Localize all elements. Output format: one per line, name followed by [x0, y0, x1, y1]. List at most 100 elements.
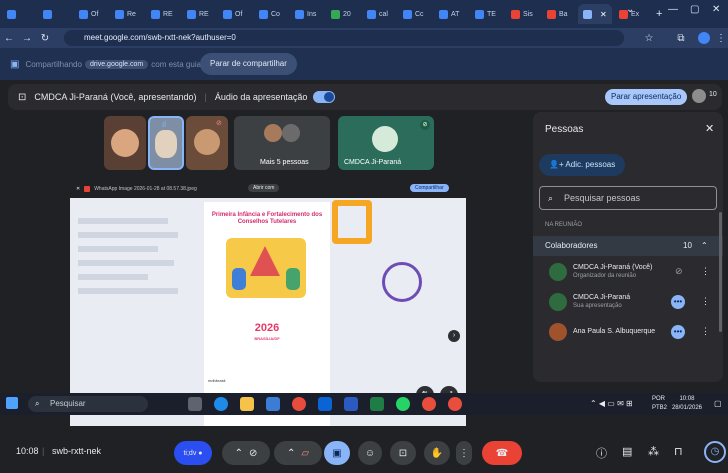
browser-tab[interactable]: Of — [74, 4, 108, 24]
leave-call-button[interactable]: ☎ — [482, 441, 522, 465]
search-placeholder: Pesquisar pessoas — [564, 193, 641, 203]
add-people-button[interactable]: 👤+ Adic. pessoas — [539, 154, 626, 176]
notifications-icon[interactable]: ▢ — [714, 399, 722, 408]
browser-tab[interactable]: Re — [110, 4, 144, 24]
close-icon[interactable]: ✕ — [76, 186, 80, 192]
taskbar-search[interactable]: ⌕ Pesquisar — [28, 396, 148, 412]
more-options-button[interactable]: ⋮ — [456, 441, 472, 465]
browser-tab[interactable]: 20 — [326, 4, 360, 24]
back-icon[interactable]: ← — [0, 33, 18, 44]
outlook-icon[interactable] — [318, 397, 332, 411]
next-arrow-icon[interactable]: › — [448, 330, 460, 342]
participant-tile-3[interactable]: ⊘ — [186, 116, 228, 170]
caption-language-button[interactable]: ti;dv ● — [174, 441, 212, 465]
poster-city: BRASÍLIA/DF — [254, 336, 280, 341]
tab-favicon-icon — [295, 9, 304, 19]
browser-tab[interactable]: Co — [254, 4, 288, 24]
bookmark-star-icon[interactable]: ☆ — [640, 33, 658, 44]
browser-tab[interactable]: TE — [470, 4, 504, 24]
share-button[interactable]: Compartilhar — [410, 184, 449, 192]
profile-avatar[interactable] — [698, 32, 710, 44]
browser-tab[interactable]: cal — [362, 4, 396, 24]
more-people-tile[interactable]: Mais 5 pessoas — [234, 116, 330, 170]
participant-count: 10 — [709, 91, 717, 98]
url-input[interactable]: meet.google.com/swb-rxtt-nek?authuser=0 — [64, 30, 624, 46]
file-explorer-icon[interactable] — [240, 397, 254, 411]
minimize-icon[interactable]: — — [668, 4, 678, 15]
audio-toggle[interactable] — [313, 91, 336, 103]
close-icon[interactable]: ✕ — [705, 122, 714, 135]
browser-tab[interactable]: Ins — [290, 4, 324, 24]
stop-presentation-button[interactable]: Parar apresentação — [605, 89, 688, 105]
people-icon[interactable]: ⁂ — [648, 445, 659, 458]
browser-tab[interactable]: ✕ — [578, 4, 612, 24]
word-icon[interactable] — [344, 397, 358, 411]
participant-tile-1[interactable] — [104, 116, 146, 170]
panel-scrollbar[interactable] — [719, 212, 722, 332]
tab-label: Ba — [559, 10, 568, 18]
system-tray-icons[interactable]: ⌃ ◀ ▭ ✉ ⊞ — [590, 399, 633, 408]
new-tab-button[interactable]: + — [656, 8, 662, 20]
raise-hand-button[interactable]: ✋ — [424, 441, 450, 465]
browser-tab[interactable]: Sis — [506, 4, 540, 24]
edge-icon[interactable] — [214, 397, 228, 411]
divider: | — [42, 446, 45, 456]
browser-tab[interactable]: Cc — [398, 4, 432, 24]
excel-icon[interactable] — [370, 397, 384, 411]
chrome-profile-icon[interactable] — [422, 397, 436, 411]
reload-icon[interactable]: ↻ — [36, 33, 54, 44]
close-tab-icon[interactable]: ✕ — [600, 10, 607, 19]
browser-tab[interactable] — [38, 4, 72, 24]
whatsapp-icon[interactable] — [396, 397, 410, 411]
people-panel: Pessoas ✕ 👤+ Adic. pessoas ⌕ Pesquisar p… — [533, 112, 723, 382]
presenting-label: CMDCA Ji-Paraná (Você, apresentando) — [34, 92, 197, 102]
extensions-icon[interactable]: ⧉ — [672, 33, 690, 44]
more-icon[interactable]: ⋮ — [701, 296, 710, 307]
captions-button[interactable]: ⊡ — [390, 441, 416, 465]
task-view-icon[interactable] — [188, 397, 202, 411]
close-window-icon[interactable]: ✕ — [712, 4, 720, 15]
open-with-button[interactable]: Abrir com — [248, 184, 280, 192]
windows-start-icon[interactable] — [6, 397, 18, 409]
more-icon[interactable]: ⋮ — [701, 326, 710, 337]
meet-stage: ⊡ CMDCA Ji-Paraná (Você, apresentando) |… — [0, 80, 728, 465]
lock-icon[interactable]: ⊓ — [674, 445, 683, 458]
present-now-button[interactable]: ▣ — [324, 441, 350, 465]
maximize-icon[interactable]: ▢ — [690, 4, 699, 15]
chrome-icon[interactable] — [292, 397, 306, 411]
microphone-button[interactable]: ⌃ ⊘ — [222, 441, 270, 465]
avatar — [111, 129, 139, 157]
language-indicator[interactable]: POR PTB2 — [652, 395, 667, 413]
people-search-input[interactable]: ⌕ Pesquisar pessoas — [539, 186, 717, 210]
chat-icon[interactable]: ▤ — [622, 445, 632, 458]
meeting-time: 10:08 — [16, 446, 39, 456]
info-icon[interactable]: ⓘ — [596, 445, 607, 461]
url-text: meet.google.com/swb-rxtt-nek?authuser=0 — [84, 33, 236, 42]
emoji-button[interactable]: ☺ — [358, 441, 382, 465]
self-tile[interactable]: ⊘ CMDCA Ji-Paraná — [338, 116, 434, 170]
person-name: CMDCA Ji-Paraná — [573, 294, 631, 301]
camera-button[interactable]: ⌃ ▱ — [274, 441, 322, 465]
browser-menu-icon[interactable]: ⋮ — [712, 33, 728, 44]
activities-icon[interactable]: ◷ — [704, 441, 726, 463]
browser-tab[interactable]: RE — [146, 4, 180, 24]
forward-icon[interactable]: → — [18, 33, 36, 44]
more-icon[interactable]: ⋮ — [701, 266, 710, 277]
browser-tab[interactable]: Ba — [542, 4, 576, 24]
taskbar-clock[interactable]: 10:08 28/01/2026 — [672, 395, 702, 413]
participants-avatars[interactable] — [692, 89, 706, 103]
participant-tile-2[interactable]: ıl — [148, 116, 184, 170]
store-icon[interactable] — [266, 397, 280, 411]
tab-search-icon[interactable]: ⌄ — [626, 4, 634, 15]
person-row[interactable]: Ana Paula S. Albuquerque ••• ⋮ — [533, 318, 723, 348]
tab-favicon-icon — [403, 9, 412, 19]
browser-tab[interactable]: RE — [182, 4, 216, 24]
person-row[interactable]: CMDCA Ji-Paraná (Você) Organizador da re… — [533, 258, 723, 288]
group-header[interactable]: Colaboradores 10 ⌃ — [533, 236, 723, 256]
browser-tab[interactable] — [2, 4, 36, 24]
browser-tab[interactable]: Of — [218, 4, 252, 24]
chrome-profile-2-icon[interactable] — [448, 397, 462, 411]
stop-sharing-button[interactable]: Parar de compartilhar — [200, 53, 297, 75]
person-row[interactable]: CMDCA Ji-Paraná Sua apresentação ••• ⋮ — [533, 288, 723, 318]
browser-tab[interactable]: AT — [434, 4, 468, 24]
